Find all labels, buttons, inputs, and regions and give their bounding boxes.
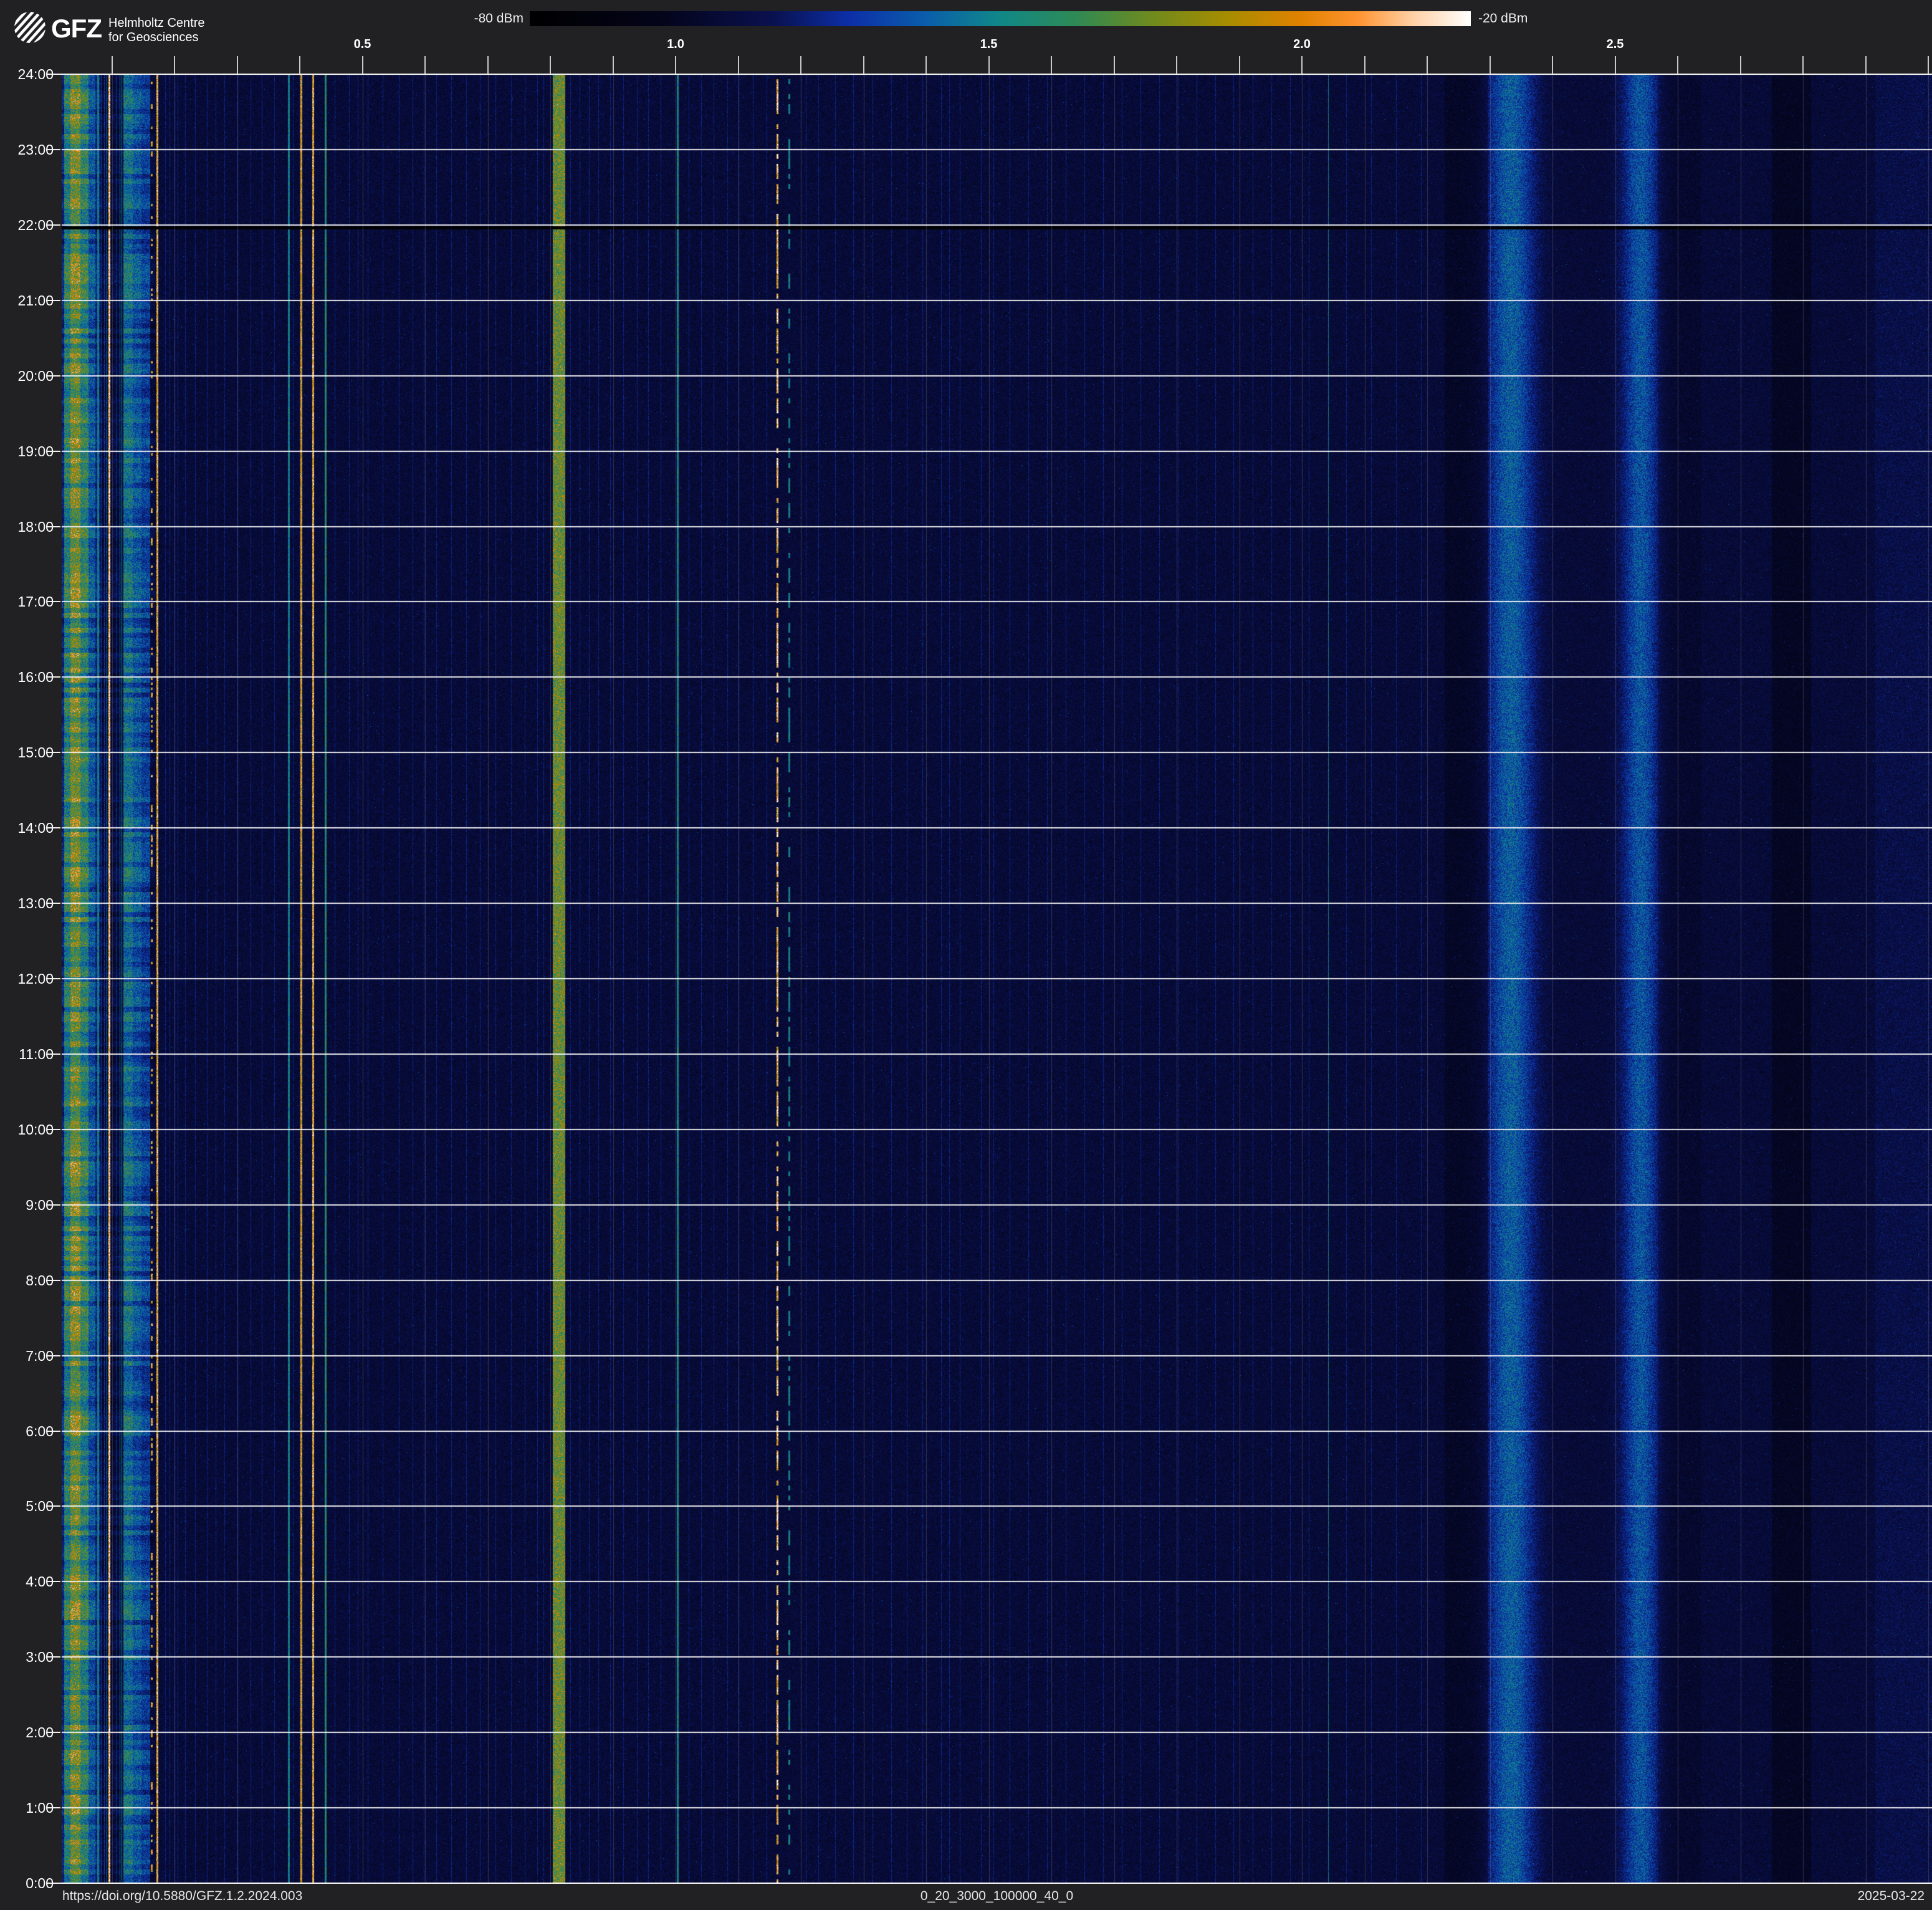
freq-tick — [1802, 56, 1804, 74]
time-tick — [46, 149, 60, 150]
freq-tick — [424, 56, 426, 74]
freq-tick — [675, 56, 676, 74]
freq-tick — [1740, 56, 1741, 74]
freq-label: 0.5 — [338, 36, 388, 52]
plot-top-axis-line — [47, 74, 1932, 75]
freq-tick — [1114, 56, 1115, 74]
freq-tick — [1928, 56, 1929, 74]
colorbar-max-label: -20 dBm — [1478, 11, 1584, 26]
time-tick — [46, 1505, 60, 1507]
time-tick — [46, 1129, 60, 1130]
freq-tick — [362, 56, 363, 74]
spectrogram-canvas — [62, 74, 1932, 1883]
time-tick — [46, 451, 60, 452]
brand-subtitle-line2: for Geosciences — [108, 31, 205, 45]
freq-tick — [487, 56, 489, 74]
freq-label: 2.0 — [1277, 36, 1327, 52]
time-tick — [46, 1656, 60, 1658]
freq-tick — [1301, 56, 1303, 74]
freq-tick — [613, 56, 614, 74]
freq-tick — [1427, 56, 1428, 74]
freq-tick — [174, 56, 175, 74]
brand-subtitle-line1: Helmholtz Centre — [108, 16, 205, 31]
time-tick — [46, 1204, 60, 1206]
time-tick — [46, 224, 60, 226]
freq-tick — [1490, 56, 1491, 74]
time-tick — [46, 1807, 60, 1808]
freq-label: 2.5 — [1590, 36, 1640, 52]
freq-tick — [863, 56, 864, 74]
time-tick — [46, 1431, 60, 1432]
time-tick — [46, 752, 60, 753]
plot-bottom-axis-line — [47, 1883, 1932, 1884]
freq-tick — [1615, 56, 1616, 74]
time-tick — [46, 74, 60, 75]
freq-tick — [1051, 56, 1052, 74]
footer-dataset-id: 0_20_3000_100000_40_0 — [62, 1889, 1932, 1904]
colorbar — [530, 11, 1471, 26]
freq-tick — [112, 56, 113, 74]
freq-tick — [1364, 56, 1365, 74]
time-tick — [46, 1355, 60, 1356]
footer-date: 2025-03-22 — [1858, 1889, 1925, 1904]
freq-label: 1.0 — [651, 36, 701, 52]
time-tick — [46, 375, 60, 377]
time-tick — [46, 1581, 60, 1582]
freq-tick — [550, 56, 551, 74]
time-tick — [46, 978, 60, 979]
freq-tick — [800, 56, 801, 74]
time-tick — [46, 827, 60, 828]
freq-tick — [1176, 56, 1177, 74]
freq-tick — [988, 56, 990, 74]
time-tick — [46, 1280, 60, 1281]
freq-label: 1.5 — [964, 36, 1014, 52]
gfz-logo-icon — [14, 11, 46, 44]
spectrogram-page: GFZ Helmholtz Centre for Geosciences -80… — [0, 0, 1932, 1910]
colorbar-min-label: -80 dBm — [430, 11, 524, 26]
freq-tick — [1865, 56, 1867, 74]
time-tick — [46, 526, 60, 527]
freq-tick — [1552, 56, 1553, 74]
time-tick — [46, 300, 60, 301]
time-tick — [46, 676, 60, 678]
time-tick — [46, 1053, 60, 1055]
freq-tick — [237, 56, 238, 74]
time-tick — [46, 601, 60, 602]
freq-tick — [925, 56, 927, 74]
brand-text: GFZ — [51, 14, 102, 44]
time-tick — [46, 1732, 60, 1733]
time-tick — [46, 903, 60, 904]
brand-subtitle: Helmholtz Centre for Geosciences — [108, 16, 205, 45]
freq-tick — [1239, 56, 1240, 74]
time-tick — [46, 1883, 60, 1884]
freq-tick — [1677, 56, 1678, 74]
freq-tick — [738, 56, 739, 74]
freq-tick — [299, 56, 300, 74]
